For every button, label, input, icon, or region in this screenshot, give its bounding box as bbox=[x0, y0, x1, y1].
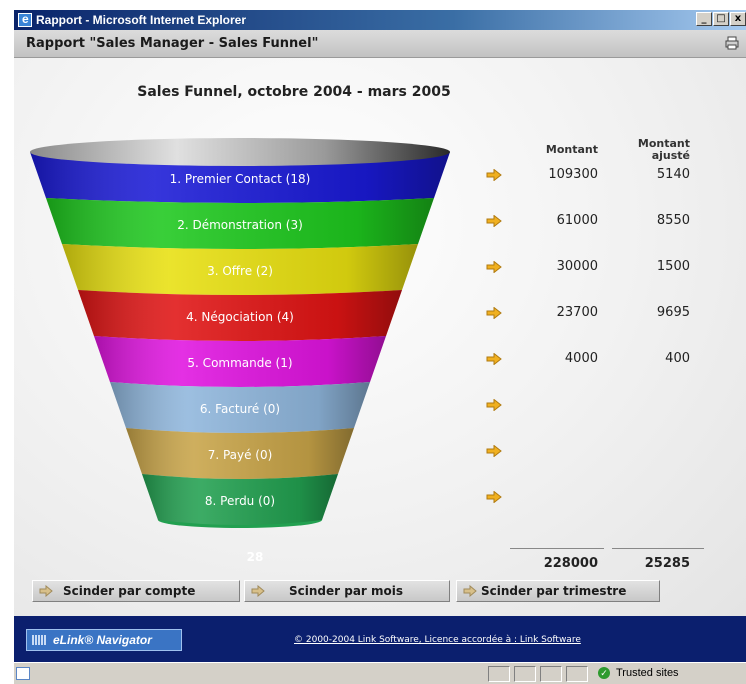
split-by-account-button[interactable]: Scinder par compte bbox=[32, 580, 240, 602]
funnel-band-label: 1. Premier Contact (18) bbox=[170, 172, 311, 186]
copyright-link[interactable]: © 2000-2004 Link Software, Licence accor… bbox=[294, 635, 581, 645]
split-by-quarter-button[interactable]: Scinder par trimestre bbox=[456, 580, 660, 602]
total-montant: 228000 bbox=[543, 556, 598, 571]
status-cell bbox=[540, 666, 562, 682]
arrow-right-icon bbox=[251, 585, 265, 597]
drilldown-arrow-icon[interactable] bbox=[486, 399, 502, 411]
status-cell bbox=[566, 666, 588, 682]
internet-explorer-icon bbox=[18, 12, 32, 27]
drilldown-arrow-icon[interactable] bbox=[486, 445, 502, 457]
funnel-band-label: 7. Payé (0) bbox=[208, 448, 273, 462]
window-title: Rapport - Microsoft Internet Explorer bbox=[36, 13, 247, 27]
drilldown-arrow-icon[interactable] bbox=[486, 307, 502, 319]
drilldown-arrow-icon[interactable] bbox=[486, 353, 502, 365]
funnel-band-label: 5. Commande (1) bbox=[187, 356, 292, 370]
total-separator-montant bbox=[510, 548, 604, 549]
checkmark-icon: ✓ bbox=[598, 667, 610, 679]
funnel-band-label: 6. Facturé (0) bbox=[200, 402, 280, 416]
montant-cell: 23700 bbox=[556, 305, 598, 320]
split-by-month-button[interactable]: Scinder par mois bbox=[244, 580, 450, 602]
split-by-account-label: Scinder par compte bbox=[63, 584, 196, 598]
montant-cell: 4000 bbox=[564, 351, 598, 366]
funnel-band-label: 4. Négociation (4) bbox=[186, 310, 294, 324]
funnel-band-label: 2. Démonstration (3) bbox=[177, 218, 303, 232]
funnel-rim bbox=[30, 138, 450, 166]
montant-ajuste-cell: 1500 bbox=[656, 259, 690, 274]
maximize-button[interactable]: □ bbox=[713, 12, 729, 26]
drilldown-arrow-icon[interactable] bbox=[486, 491, 502, 503]
window-controls: _ □ x bbox=[696, 12, 746, 26]
split-by-month-label: Scinder par mois bbox=[289, 584, 404, 598]
drilldown-arrow-icon[interactable] bbox=[486, 261, 502, 273]
status-bar: ✓ Trusted sites bbox=[14, 662, 746, 684]
split-by-quarter-label: Scinder par trimestre bbox=[481, 584, 627, 598]
drilldown-arrow-icon[interactable] bbox=[486, 169, 502, 181]
funnel-band-label: 8. Perdu (0) bbox=[205, 494, 275, 508]
close-button[interactable]: x bbox=[730, 12, 746, 26]
montant-ajuste-cell: 9695 bbox=[656, 305, 690, 320]
montant-ajuste-cell: 400 bbox=[665, 351, 690, 366]
drilldown-arrow-icon[interactable] bbox=[486, 215, 502, 227]
status-cell bbox=[514, 666, 536, 682]
window-titlebar: Rapport - Microsoft Internet Explorer _ … bbox=[14, 10, 746, 30]
funnel-total-count: 28 bbox=[246, 550, 264, 564]
security-zone-label: Trusted sites bbox=[616, 667, 679, 679]
montant-ajuste-cell: 8550 bbox=[656, 213, 690, 228]
minimize-button[interactable]: _ bbox=[696, 12, 712, 26]
total-separator-montant-ajuste bbox=[612, 548, 704, 549]
printer-icon[interactable] bbox=[724, 36, 740, 50]
elink-navigator-button[interactable]: eLink® Navigator bbox=[26, 629, 182, 651]
report-title: Rapport "Sales Manager - Sales Funnel" bbox=[26, 36, 319, 51]
montant-cell: 109300 bbox=[548, 167, 598, 182]
report-header: Rapport "Sales Manager - Sales Funnel" bbox=[14, 30, 746, 58]
arrow-right-icon bbox=[463, 585, 477, 597]
security-zone: ✓ Trusted sites bbox=[598, 667, 679, 679]
arrow-right-icon bbox=[39, 585, 53, 597]
total-montant-ajuste: 25285 bbox=[644, 556, 690, 571]
elink-navigator-label: eLink® Navigator bbox=[53, 633, 152, 647]
column-header-montant-label: Montant bbox=[545, 143, 598, 156]
footer-bar: eLink® Navigator © 2000-2004 Link Softwa… bbox=[14, 616, 746, 662]
page-icon bbox=[16, 667, 30, 680]
montant-cell: 30000 bbox=[556, 259, 598, 274]
grid-icon bbox=[32, 635, 46, 645]
column-header-montant-ajuste: Montant ajusté bbox=[626, 138, 690, 162]
montant-ajuste-cell: 5140 bbox=[656, 167, 690, 182]
column-header-montant: Montant bbox=[534, 144, 598, 156]
column-header-montant-ajuste-line2: ajusté bbox=[651, 149, 690, 162]
status-cell bbox=[488, 666, 510, 682]
funnel-band-label: 3. Offre (2) bbox=[207, 264, 273, 278]
report-content: Sales Funnel, octobre 2004 - mars 2005 1… bbox=[14, 58, 746, 616]
montant-cell: 61000 bbox=[556, 213, 598, 228]
